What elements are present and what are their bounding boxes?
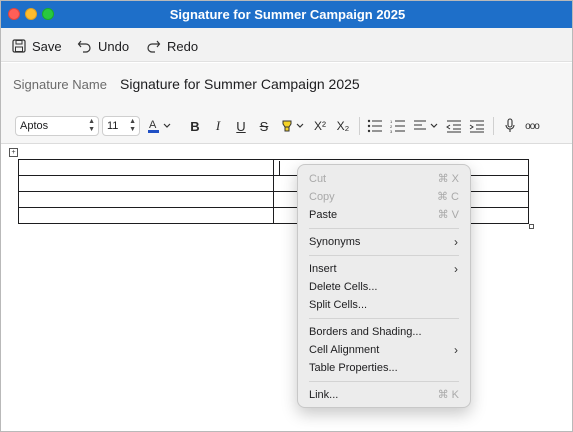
decrease-indent-button[interactable] — [446, 116, 462, 136]
menu-item-delete-cells[interactable]: Delete Cells... — [298, 278, 470, 296]
menu-item-shortcut: ⌘ V — [437, 209, 459, 221]
menu-item-label: Copy — [309, 191, 335, 203]
save-label: Save — [32, 38, 62, 54]
table-cell[interactable] — [18, 191, 274, 208]
menu-item-label: Insert — [309, 263, 337, 275]
menu-item-shortcut: ⌘ X — [437, 173, 459, 185]
font-size-select[interactable]: 11 ▲ ▼ — [102, 116, 140, 136]
svg-text:A: A — [149, 119, 157, 131]
redo-button[interactable]: Redo — [146, 36, 198, 56]
signature-name-input[interactable] — [111, 70, 566, 98]
chevron-right-icon: › — [454, 262, 458, 276]
toolbar-divider — [359, 117, 360, 135]
menu-item-shortcut: ⌘ C — [437, 191, 459, 203]
alignment-button[interactable] — [413, 116, 439, 136]
menu-item-label: Delete Cells... — [309, 281, 378, 293]
bullets-button[interactable] — [367, 116, 383, 136]
dictate-button[interactable] — [503, 116, 517, 136]
save-button[interactable]: Save — [12, 36, 62, 56]
formatting-toolbar: Aptos ▲ ▼ 11 ▲ ▼ A B I U S X² X₂ 123 ooo — [1, 106, 572, 144]
menu-item-copy[interactable]: Copy ⌘ C — [298, 188, 470, 206]
increase-indent-icon — [469, 120, 484, 133]
highlight-button[interactable] — [280, 116, 306, 136]
undo-button[interactable]: Undo — [77, 36, 129, 56]
strikethrough-button[interactable]: S — [256, 116, 272, 136]
stepper-arrows-icon: ▲ ▼ — [88, 118, 95, 133]
font-size-value: 11 — [107, 120, 119, 132]
increase-indent-button[interactable] — [469, 116, 485, 136]
signature-editor[interactable]: + — [1, 144, 572, 431]
title-bar: Signature for Summer Campaign 2025 — [1, 1, 572, 28]
signature-name-row: Signature Name — [1, 63, 572, 106]
superscript-button[interactable]: X² — [311, 116, 329, 136]
menu-item-label: Borders and Shading... — [309, 326, 422, 338]
font-color-icon: A — [148, 119, 171, 133]
menu-item-split-cells[interactable]: Split Cells... — [298, 296, 470, 314]
save-icon — [12, 39, 26, 53]
highlighter-icon — [282, 120, 304, 132]
menu-item-label: Table Properties... — [309, 362, 398, 374]
numbering-button[interactable]: 123 — [390, 116, 406, 136]
menu-item-table-properties[interactable]: Table Properties... — [298, 359, 470, 377]
menu-item-link[interactable]: Link... ⌘ K — [298, 386, 470, 404]
more-options-button[interactable]: ooo — [523, 116, 541, 136]
italic-button[interactable]: I — [210, 116, 226, 136]
redo-label: Redo — [167, 38, 199, 54]
undo-label: Undo — [98, 38, 130, 54]
menu-item-cut[interactable]: Cut ⌘ X — [298, 170, 470, 188]
menu-item-borders-shading[interactable]: Borders and Shading... — [298, 323, 470, 341]
microphone-icon — [505, 118, 515, 132]
menu-item-shortcut: ⌘ K — [437, 389, 459, 401]
chevron-right-icon: › — [454, 343, 458, 357]
menu-separator — [309, 318, 459, 319]
table-cell[interactable] — [18, 175, 274, 192]
stepper-arrows-icon: ▲ ▼ — [129, 118, 136, 133]
table-move-handle-icon[interactable]: + — [9, 148, 18, 157]
decrease-indent-icon — [446, 120, 461, 133]
menu-item-label: Split Cells... — [309, 299, 368, 311]
bulleted-list-icon — [367, 119, 382, 133]
undo-icon — [77, 40, 91, 53]
font-family-value: Aptos — [20, 120, 49, 132]
table-resize-handle[interactable] — [529, 224, 534, 229]
window: Signature for Summer Campaign 2025 Save … — [0, 0, 573, 432]
font-color-button[interactable]: A — [145, 116, 173, 136]
subscript-button[interactable]: X₂ — [334, 116, 352, 136]
menu-item-label: Synonyms — [309, 236, 361, 248]
menu-separator — [309, 228, 459, 229]
menu-item-cell-alignment[interactable]: Cell Alignment › — [298, 341, 470, 359]
table-cell[interactable] — [18, 159, 274, 176]
menu-item-paste[interactable]: Paste ⌘ V — [298, 206, 470, 224]
menu-item-insert[interactable]: Insert › — [298, 260, 470, 278]
align-left-icon — [414, 120, 438, 130]
signature-name-label: Signature Name — [13, 77, 107, 92]
menu-item-label: Cell Alignment — [309, 344, 380, 356]
table-cell[interactable] — [18, 207, 274, 224]
menu-item-label: Paste — [309, 209, 338, 221]
menu-separator — [309, 255, 459, 256]
toolbar-divider — [493, 117, 494, 135]
menu-item-label: Link... — [309, 389, 339, 401]
context-menu: Cut ⌘ X Copy ⌘ C Paste ⌘ V Synonyms › Insert… — [297, 164, 471, 408]
svg-text:3: 3 — [390, 129, 393, 133]
text-cursor — [279, 161, 280, 175]
underline-button[interactable]: U — [233, 116, 249, 136]
bold-button[interactable]: B — [187, 116, 203, 136]
redo-icon — [147, 40, 161, 53]
numbered-list-icon: 123 — [390, 119, 405, 133]
menu-item-label: Cut — [309, 173, 327, 185]
font-family-select[interactable]: Aptos ▲ ▼ — [15, 116, 99, 136]
menu-item-synonyms[interactable]: Synonyms › — [298, 233, 470, 251]
window-title: Signature for Summer Campaign 2025 — [169, 7, 406, 22]
menu-separator — [309, 381, 459, 382]
chevron-right-icon: › — [454, 235, 458, 249]
action-bar: Save Undo Redo — [1, 28, 572, 62]
